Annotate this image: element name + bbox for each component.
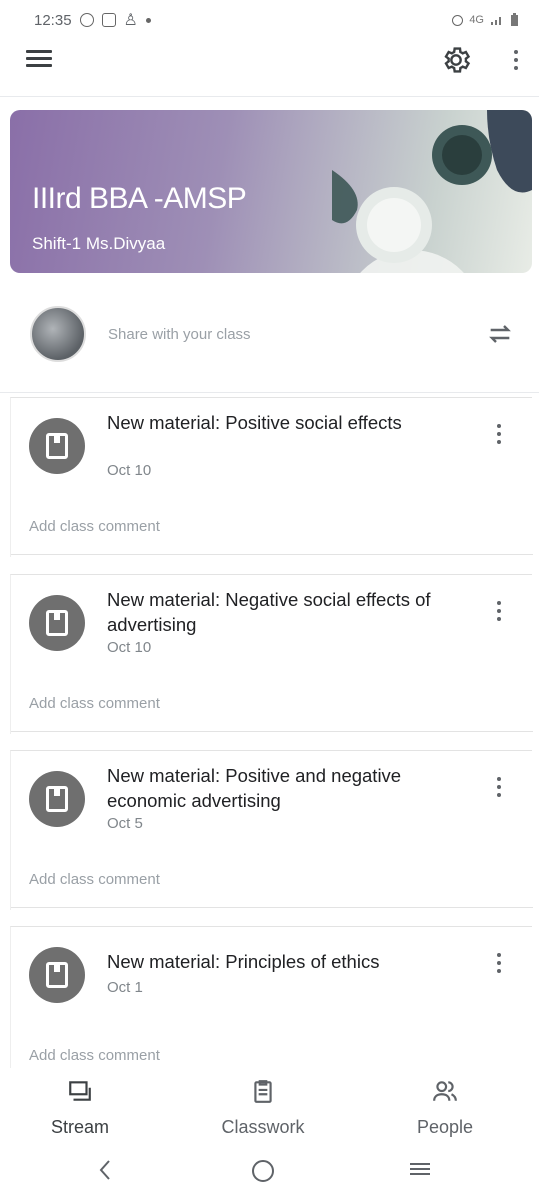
tab-people-label: People bbox=[416, 1117, 474, 1137]
person-icon: ♙ bbox=[123, 12, 138, 29]
stream-icon bbox=[69, 1081, 91, 1101]
post-date: Oct 1 bbox=[107, 979, 143, 996]
battery-icon bbox=[511, 13, 518, 26]
post-divider bbox=[11, 907, 533, 908]
post-title: New material: Positive social effects bbox=[107, 412, 402, 433]
post-card[interactable]: New material: Positive social effects Oc… bbox=[10, 397, 533, 557]
repost-icon[interactable] bbox=[484, 318, 516, 350]
tab-classwork-label: Classwork bbox=[221, 1117, 305, 1137]
more-vert-icon[interactable] bbox=[489, 773, 509, 803]
status-bar: 12:35 ♙ 4G bbox=[0, 0, 539, 40]
more-vert-icon[interactable] bbox=[506, 46, 526, 76]
tab-stream[interactable]: Stream bbox=[10, 1078, 150, 1138]
recents-icon[interactable] bbox=[408, 1158, 432, 1180]
whatsapp-icon bbox=[79, 13, 94, 27]
post-title: New material: Negative social effects of… bbox=[107, 589, 431, 635]
gear-icon[interactable] bbox=[440, 44, 472, 76]
add-comment-link[interactable]: Add class comment bbox=[29, 1047, 160, 1064]
alarm-icon bbox=[452, 14, 464, 26]
share-input[interactable]: Share with your class bbox=[108, 326, 251, 343]
network-label: 4G bbox=[469, 14, 484, 26]
avatar bbox=[30, 306, 86, 362]
material-icon bbox=[29, 771, 85, 827]
post-date: Oct 10 bbox=[107, 639, 152, 656]
more-vert-icon[interactable] bbox=[489, 420, 509, 450]
class-title: IIIrd BBA -AMSP bbox=[32, 182, 247, 215]
message-icon bbox=[101, 13, 116, 27]
tab-classwork[interactable]: Classwork bbox=[193, 1078, 333, 1138]
add-comment-link[interactable]: Add class comment bbox=[29, 695, 160, 712]
post-date: Oct 10 bbox=[107, 462, 152, 479]
back-icon[interactable] bbox=[96, 1158, 114, 1182]
post-card[interactable]: New material: Principles of ethics Oct 1… bbox=[10, 926, 532, 1086]
status-left: 12:35 ♙ bbox=[34, 10, 151, 30]
tab-people[interactable]: People bbox=[375, 1078, 515, 1138]
material-icon bbox=[29, 947, 85, 1003]
post-divider bbox=[11, 554, 533, 555]
class-subtitle: Shift-1 Ms.Divyaa bbox=[32, 234, 166, 253]
home-icon[interactable] bbox=[250, 1158, 276, 1184]
post-title: New material: Positive and negative econ… bbox=[107, 765, 402, 811]
post-card[interactable]: New material: Positive and negative econ… bbox=[10, 750, 533, 910]
material-icon bbox=[29, 595, 85, 651]
share-row[interactable]: Share with your class bbox=[0, 290, 539, 382]
system-nav bbox=[0, 1148, 539, 1190]
app-bar-divider bbox=[0, 96, 539, 97]
banner-illustration-icon bbox=[332, 110, 532, 273]
add-comment-link[interactable]: Add class comment bbox=[29, 518, 160, 535]
status-time: 12:35 bbox=[34, 11, 72, 29]
share-divider bbox=[0, 392, 539, 393]
post-divider bbox=[11, 731, 533, 732]
signal-icon bbox=[491, 17, 501, 25]
post-card[interactable]: New material: Negative social effects of… bbox=[10, 574, 533, 734]
post-title: New material: Principles of ethics bbox=[107, 951, 380, 972]
app-bar bbox=[0, 40, 539, 80]
tab-stream-label: Stream bbox=[50, 1117, 110, 1137]
material-icon bbox=[29, 418, 85, 474]
class-banner[interactable]: IIIrd BBA -AMSP Shift-1 Ms.Divyaa bbox=[10, 110, 532, 273]
more-vert-icon[interactable] bbox=[489, 597, 509, 627]
post-date: Oct 5 bbox=[107, 815, 143, 832]
classwork-icon bbox=[254, 1080, 272, 1103]
notification-dot-icon bbox=[145, 17, 151, 23]
menu-icon[interactable] bbox=[26, 50, 52, 70]
status-right: 4G bbox=[452, 13, 519, 27]
bottom-nav: Stream Classwork People bbox=[0, 1068, 539, 1140]
people-icon bbox=[433, 1081, 457, 1101]
more-vert-icon[interactable] bbox=[489, 949, 509, 979]
add-comment-link[interactable]: Add class comment bbox=[29, 871, 160, 888]
